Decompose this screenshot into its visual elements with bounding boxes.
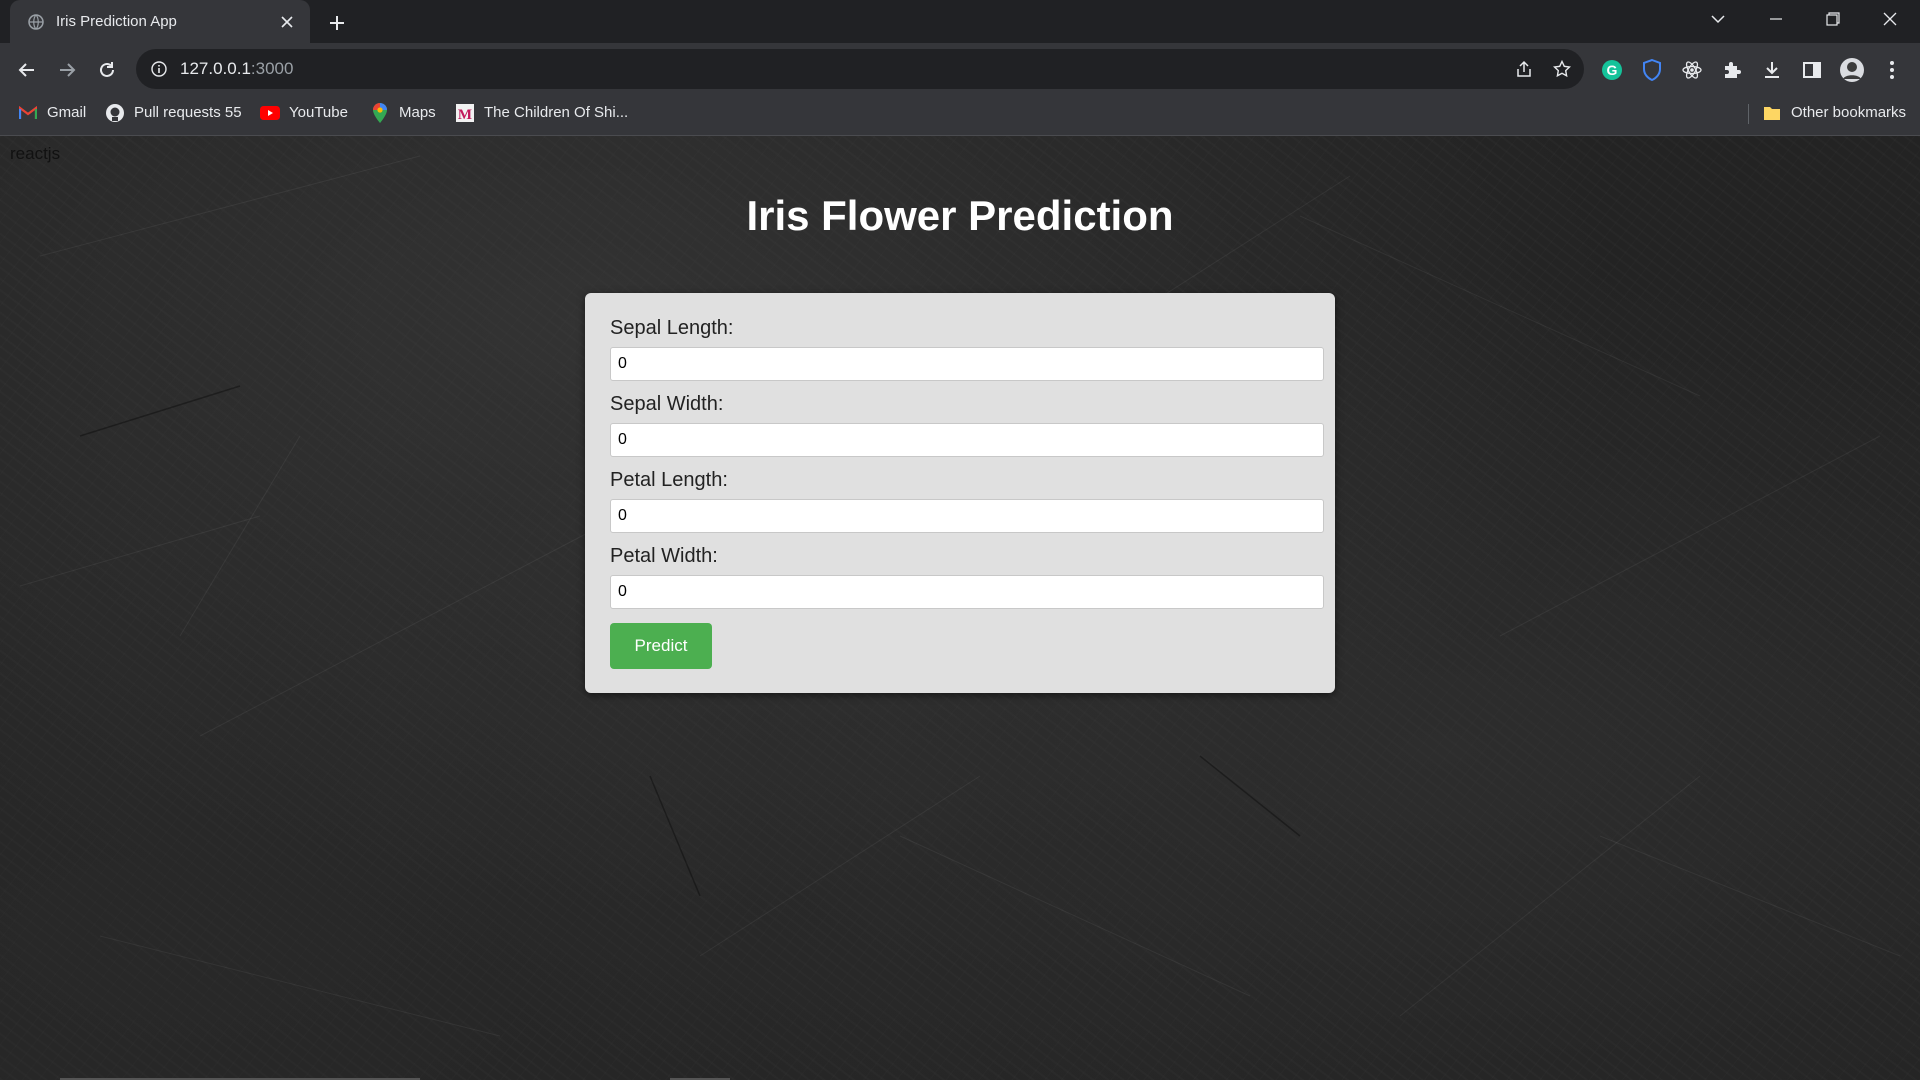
- forward-arrow-icon: [60, 63, 76, 77]
- sepal-length-label: Sepal Length:: [610, 317, 734, 339]
- forward-button[interactable]: [50, 53, 84, 87]
- bookmarks-bar: Gmail Pull requests 55 YouTube Maps M Th…: [0, 96, 1920, 136]
- tab-search-button[interactable]: [1690, 0, 1746, 38]
- profile-avatar[interactable]: [1837, 55, 1867, 85]
- reload-icon: [100, 62, 114, 77]
- side-panel-icon[interactable]: [1797, 55, 1827, 85]
- restore-button[interactable]: [1805, 0, 1861, 38]
- star-icon[interactable]: [1550, 57, 1574, 81]
- url-text[interactable]: 127.0.0.1:3000: [180, 59, 293, 79]
- tab-title: Iris Prediction App: [56, 13, 177, 30]
- bookmark-pull-requests[interactable]: Pull requests 55: [105, 96, 242, 129]
- address-bar[interactable]: 127.0.0.1:3000: [136, 49, 1584, 89]
- close-window-button[interactable]: [1862, 0, 1918, 38]
- bookmark-gmail[interactable]: Gmail: [18, 96, 86, 129]
- bookmark-youtube[interactable]: YouTube: [260, 96, 348, 129]
- share-icon[interactable]: [1512, 57, 1536, 81]
- petal-length-label: Petal Length:: [610, 469, 728, 491]
- back-button[interactable]: [10, 53, 44, 87]
- sepal-width-label: Sepal Width:: [610, 393, 724, 415]
- globe-icon: [26, 12, 46, 32]
- tab-strip: Iris Prediction App: [0, 0, 1920, 43]
- bookmark-label: Maps: [399, 104, 436, 121]
- prediction-form: Sepal Length: Sepal Width: Petal Length:…: [585, 293, 1335, 693]
- menu-dots-icon[interactable]: [1877, 55, 1907, 85]
- close-tab-icon[interactable]: [274, 9, 300, 35]
- petal-width-input[interactable]: [610, 575, 1324, 609]
- bookmark-children-of-shi[interactable]: M The Children Of Shi...: [455, 96, 628, 129]
- maps-pin-icon: [370, 102, 390, 123]
- bookmark-label: Other bookmarks: [1791, 104, 1907, 121]
- browser-toolbar: 127.0.0.1:3000 G: [0, 43, 1920, 96]
- url-host: 127.0.0.1: [180, 59, 251, 78]
- medium-icon: M: [455, 103, 475, 123]
- new-tab-button[interactable]: [322, 8, 352, 38]
- predict-button[interactable]: Predict: [610, 623, 712, 669]
- bookmark-label: Pull requests 55: [134, 104, 242, 121]
- react-devtools-icon[interactable]: [1677, 55, 1707, 85]
- chevron-down-icon: [1711, 15, 1725, 24]
- close-icon: [1883, 12, 1897, 26]
- page-title: Iris Flower Prediction: [746, 192, 1174, 239]
- github-icon: [105, 103, 125, 123]
- svg-text:M: M: [458, 107, 472, 122]
- other-bookmarks[interactable]: Other bookmarks: [1762, 96, 1906, 129]
- grammarly-icon[interactable]: G: [1597, 55, 1627, 85]
- site-info-icon[interactable]: [148, 58, 170, 80]
- download-icon[interactable]: [1757, 55, 1787, 85]
- petal-length-input[interactable]: [610, 499, 1324, 533]
- gmail-icon: [18, 103, 38, 123]
- restore-icon: [1826, 12, 1840, 26]
- minimize-icon: [1770, 18, 1782, 20]
- svg-text:G: G: [1607, 62, 1618, 78]
- folder-icon: [1762, 103, 1782, 123]
- youtube-icon: [260, 103, 280, 123]
- plus-icon: [330, 16, 344, 30]
- back-arrow-icon: [18, 63, 34, 77]
- petal-width-label: Petal Width:: [610, 545, 718, 567]
- bookmark-maps[interactable]: Maps: [370, 96, 436, 129]
- bookmark-label: The Children Of Shi...: [484, 104, 629, 121]
- bookmarks-separator: [1748, 104, 1749, 124]
- sepal-width-input[interactable]: [610, 423, 1324, 457]
- corner-text: reactjs: [10, 144, 61, 163]
- sepal-length-input[interactable]: [610, 347, 1324, 381]
- reload-button[interactable]: [90, 53, 124, 87]
- url-port: :3000: [250, 59, 294, 78]
- shield-extension-icon[interactable]: [1637, 55, 1667, 85]
- bookmark-label: Gmail: [47, 104, 87, 121]
- minimize-button[interactable]: [1748, 0, 1804, 38]
- page-viewport: reactjs Iris Flower Prediction Sepal Len…: [0, 136, 1920, 1080]
- browser-tab[interactable]: Iris Prediction App: [10, 0, 310, 43]
- puzzle-extensions-icon[interactable]: [1717, 55, 1747, 85]
- bookmark-label: YouTube: [289, 104, 348, 121]
